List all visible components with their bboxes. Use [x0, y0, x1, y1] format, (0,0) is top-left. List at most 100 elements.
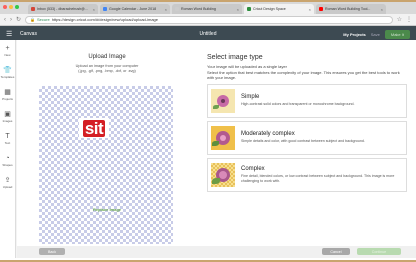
option-text: Moderately complex Simple details and co…	[241, 131, 365, 144]
sidebar-item-label: Shapes	[2, 163, 13, 167]
reload-icon[interactable]: ↻	[16, 16, 21, 23]
shirt-icon: 👕	[3, 67, 12, 74]
browser-tab-cricut[interactable]: Cricut Design Space ×	[244, 4, 314, 14]
uploaded-image-text: sit	[82, 118, 106, 138]
header-actions: My Projects Save Make It	[343, 29, 410, 39]
browser-tab-roman[interactable]: Roman Word Building ×	[172, 4, 242, 14]
maximize-window-icon[interactable]	[15, 5, 19, 9]
close-tab-icon[interactable]: ×	[165, 7, 167, 12]
sidebar-item-images[interactable]: ▣ Images	[0, 106, 15, 128]
upload-formats-line: (.jpg, .gif, .png, .bmp, .dxf, or .svg)	[78, 69, 136, 73]
window-controls	[3, 5, 19, 9]
plus-icon: +	[5, 45, 10, 52]
upload-title: Upload Image	[88, 54, 126, 60]
my-projects-link[interactable]: My Projects	[343, 32, 365, 37]
close-tab-icon[interactable]: ×	[309, 7, 311, 12]
sidebar-item-label: Upload	[2, 185, 13, 189]
make-it-button[interactable]: Make It	[384, 29, 410, 39]
sidebar-item-label: Templates	[0, 75, 15, 79]
sidebar-item-label: New	[4, 53, 11, 57]
calendar-icon	[103, 7, 107, 11]
replace-image-link[interactable]: Replace Image	[17, 207, 197, 212]
browser-tab-bar: Inbox (533) - dbarachelrush@... × Google …	[0, 2, 416, 14]
footer-bar: Back Cancel Continue	[17, 246, 416, 258]
url-text: https://design.cricut.com/#/design/new/u…	[51, 17, 158, 22]
document-title: Untitled	[199, 31, 217, 37]
sidebar-item-new[interactable]: + New	[0, 40, 15, 62]
select-type-subtitle: Your image will be uploaded as a single …	[207, 64, 407, 81]
option-name: Moderately complex	[241, 131, 295, 138]
upload-content: Upload Image Upload an image from your c…	[17, 40, 416, 246]
tab-label: Inbox (533) - dbarachelrush@...	[37, 7, 88, 11]
option-complex[interactable]: Complex Fine detail, blended colors, or …	[207, 157, 407, 192]
flower-center-icon	[219, 170, 227, 179]
option-name: Simple	[241, 94, 260, 101]
lock-icon: 🔒	[30, 17, 36, 22]
sidebar-item-label: Projects	[2, 97, 13, 101]
hamburger-menu-icon[interactable]: ☰	[6, 30, 16, 38]
upload-subtitle: Upload an image from your computer (.jpg…	[17, 64, 197, 74]
image-preview-area	[39, 86, 173, 244]
continue-button[interactable]: Continue	[357, 248, 401, 255]
complex-thumbnail	[211, 162, 235, 187]
sidebar-item-templates[interactable]: 👕 Templates	[0, 62, 15, 84]
back-button[interactable]: Back	[39, 248, 65, 255]
save-link[interactable]: Save	[371, 32, 380, 37]
close-tab-icon[interactable]: ×	[93, 7, 95, 12]
flower-center-icon	[221, 98, 225, 103]
page-icon	[175, 7, 179, 11]
leaf-icon	[212, 177, 220, 184]
option-description: Simple details and color, with good cont…	[241, 139, 365, 144]
option-name: Complex	[241, 166, 265, 172]
sidebar-item-upload[interactable]: ⇪ Upload	[0, 172, 15, 194]
close-window-icon[interactable]	[3, 5, 7, 9]
star-icon[interactable]: ☆	[397, 16, 402, 23]
close-tab-icon[interactable]: ×	[381, 7, 383, 12]
sidebar-item-label: Images	[2, 119, 13, 123]
moderate-thumbnail	[211, 125, 235, 150]
option-text: Simple High-contrast solid colors and tr…	[241, 94, 354, 107]
browser-tab-youtube[interactable]: Roman Word Building Tool... ×	[316, 4, 386, 14]
image-icon: ▣	[4, 111, 11, 118]
browser-tab-gmail[interactable]: Inbox (533) - dbarachelrush@... ×	[28, 4, 98, 14]
uploaded-image: sit	[79, 118, 109, 138]
option-text: Complex Fine detail, blended colors, or …	[241, 166, 403, 183]
menu-dots-icon[interactable]: ⋮	[406, 16, 412, 23]
sidebar-item-projects[interactable]: ▦ Projects	[0, 84, 15, 106]
sidebar-item-text[interactable]: T Text	[0, 128, 15, 150]
text-icon: T	[5, 133, 10, 140]
close-tab-icon[interactable]: ×	[237, 7, 239, 12]
forward-arrow-icon[interactable]: ›	[10, 17, 12, 23]
cricut-icon	[247, 7, 251, 11]
minimize-window-icon[interactable]	[9, 5, 13, 9]
back-arrow-icon[interactable]: ‹	[4, 17, 6, 23]
leaf-icon	[213, 104, 219, 109]
cancel-button[interactable]: Cancel	[322, 248, 350, 255]
youtube-icon	[319, 7, 323, 11]
option-moderately-complex[interactable]: Moderately complex Simple details and co…	[207, 120, 407, 155]
simple-thumbnail	[211, 88, 235, 113]
image-type-pane: Select image type Your image will be upl…	[207, 40, 407, 246]
option-description: Fine detail, blended colors, or low cont…	[241, 174, 395, 183]
gmail-icon	[31, 7, 35, 11]
url-field[interactable]: 🔒 Secure https://design.cricut.com/#/des…	[25, 15, 393, 24]
tab-label: Roman Word Building Tool...	[325, 7, 371, 11]
main-area: + New 👕 Templates ▦ Projects ▣ Images T Text …	[0, 40, 416, 258]
secure-label: Secure	[37, 17, 50, 22]
tab-label: Roman Word Building	[181, 7, 216, 11]
upload-pane: Upload Image Upload an image from your c…	[17, 40, 197, 246]
select-type-title: Select image type	[207, 54, 263, 61]
upload-icon: ⇪	[4, 177, 11, 184]
shapes-icon: ◔	[5, 155, 10, 162]
sidebar-item-shapes[interactable]: ◔ Shapes	[0, 150, 15, 172]
select-type-line2: Select the option that best matches the …	[207, 69, 400, 81]
flower-center-icon	[220, 134, 226, 141]
address-bar-row: ‹ › ↻ 🔒 Secure https://design.cricut.com…	[0, 14, 416, 26]
projects-icon: ▦	[4, 89, 11, 96]
leaf-icon	[212, 140, 219, 146]
browser-tab-calendar[interactable]: Google Calendar - June 2018 ×	[100, 4, 170, 14]
left-sidebar: + New 👕 Templates ▦ Projects ▣ Images T Text …	[0, 40, 16, 258]
canvas-label: Canvas	[20, 31, 37, 37]
option-simple[interactable]: Simple High-contrast solid colors and tr…	[207, 83, 407, 118]
tab-label: Cricut Design Space	[253, 7, 286, 11]
